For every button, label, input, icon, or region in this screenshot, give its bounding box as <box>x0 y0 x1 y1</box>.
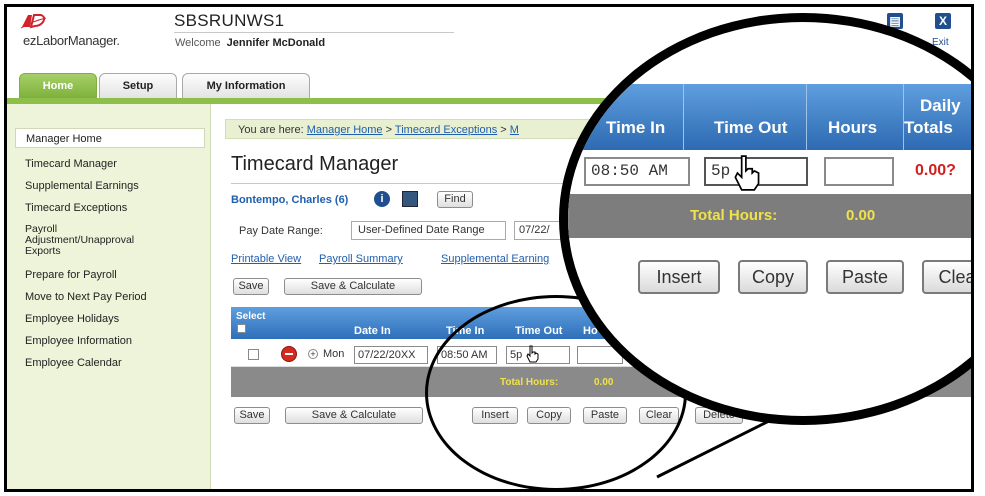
sidebar-item-prepare-for-payroll[interactable]: Prepare for Payroll <box>25 269 205 281</box>
pay-date-range-label: Pay Date Range: <box>239 225 323 237</box>
pay-date-range-select[interactable]: User-Defined Date Range <box>351 221 506 240</box>
zoom-time-in-input[interactable]: 08:50 AM <box>584 157 690 186</box>
save-button[interactable]: Save <box>234 407 270 424</box>
app-window: ezLaborManager. SBSRUNWS1 Welcome Jennife… <box>4 4 974 492</box>
sidebar: Manager Home Timecard Manager Supplement… <box>7 104 211 489</box>
zoom-copy-button[interactable]: Copy <box>738 260 808 294</box>
breadcrumb-prefix: You are here: <box>238 124 304 136</box>
printable-view-link[interactable]: Printable View <box>231 253 301 265</box>
user-name: Jennifer McDonald <box>226 37 326 49</box>
employee-name-link[interactable]: Bontempo, Charles (6) <box>231 194 348 206</box>
sidebar-item-timecard-manager[interactable]: Timecard Manager <box>25 158 205 170</box>
delete-row-icon[interactable] <box>281 346 297 362</box>
zoom-header-totals: Totals <box>904 118 953 137</box>
save-calculate-button[interactable]: Save & Calculate <box>285 407 423 424</box>
calendar-icon[interactable] <box>402 191 418 207</box>
zoom-paste-button[interactable]: Paste <box>826 260 904 294</box>
breadcrumb-link-current[interactable]: M <box>510 124 519 136</box>
page-title: Timecard Manager <box>231 153 399 175</box>
zoom-hours-input[interactable] <box>824 157 894 186</box>
zoom-grid-header <box>568 84 971 150</box>
zoom-header-time-out: Time Out <box>714 118 788 137</box>
zoom-total-hours-label: Total Hours: <box>690 207 778 224</box>
tab-setup[interactable]: Setup <box>99 73 177 98</box>
adp-logo-icon <box>20 14 47 29</box>
zoom-header-daily: Daily <box>920 96 961 115</box>
zoom-insert-button[interactable]: Insert <box>638 260 720 294</box>
header-divider <box>174 32 454 33</box>
date-in-input[interactable]: 07/22/20XX <box>354 346 428 364</box>
zoom-header-time-in: Time In <box>606 118 666 137</box>
save-calculate-button-top[interactable]: Save & Calculate <box>284 278 422 295</box>
zoom-col-divider <box>903 84 904 150</box>
breadcrumb-separator: > <box>385 124 393 136</box>
supplemental-earnings-link[interactable]: Supplemental Earning <box>441 253 549 265</box>
sidebar-item-employee-information[interactable]: Employee Information <box>25 335 205 347</box>
breadcrumb: You are here: Manager Home > Timecard Ex… <box>225 119 605 139</box>
title-divider <box>231 183 611 184</box>
select-all-checkbox[interactable] <box>237 324 246 333</box>
sidebar-item-payroll-adjustment[interactable]: Payroll Adjustment/Unapproval Exports <box>25 224 165 257</box>
sidebar-item-timecard-exceptions[interactable]: Timecard Exceptions <box>25 202 205 214</box>
save-button-top[interactable]: Save <box>233 278 269 295</box>
find-button[interactable]: Find <box>437 191 473 208</box>
tab-my-information[interactable]: My Information <box>182 73 310 98</box>
zoom-hand-cursor-icon <box>734 155 760 191</box>
breadcrumb-link-manager-home[interactable]: Manager Home <box>307 124 383 136</box>
row-day: Mon <box>323 348 345 360</box>
welcome-text: Welcome Jennifer McDonald <box>175 37 325 49</box>
payroll-summary-link[interactable]: Payroll Summary <box>319 253 403 265</box>
breadcrumb-link-timecard-exceptions[interactable]: Timecard Exceptions <box>395 124 497 136</box>
exit-icon[interactable]: X <box>935 13 951 29</box>
sidebar-item-move-to-next-pay-period[interactable]: Move to Next Pay Period <box>25 291 205 303</box>
expand-row-icon[interactable]: + <box>308 349 318 359</box>
row-select-checkbox[interactable] <box>248 349 259 360</box>
welcome-label: Welcome <box>175 37 221 49</box>
zoom-total-hours-value: 0.00 <box>846 207 876 224</box>
tab-home[interactable]: Home <box>19 73 97 98</box>
system-name: SBSRUNWS1 <box>174 11 285 30</box>
breadcrumb-separator: > <box>500 124 507 136</box>
zoom-col-divider <box>683 84 684 150</box>
info-icon[interactable]: i <box>374 191 390 207</box>
zoom-header-hours: Hours <box>828 118 878 137</box>
sidebar-item-supplemental-earnings[interactable]: Supplemental Earnings <box>25 180 205 192</box>
grid-header-date-in: Date In <box>354 325 391 337</box>
zoom-daily-total: 0.00? <box>915 162 956 179</box>
sidebar-item-manager-home[interactable]: Manager Home <box>15 128 205 148</box>
product-name: ezLaborManager. <box>23 33 120 48</box>
zoom-clear-button[interactable]: Clear <box>922 260 971 294</box>
grid-header-select: Select <box>236 311 266 322</box>
sidebar-item-employee-calendar[interactable]: Employee Calendar <box>25 357 205 369</box>
zoom-col-divider <box>806 84 807 150</box>
sidebar-item-employee-holidays[interactable]: Employee Holidays <box>25 313 205 325</box>
